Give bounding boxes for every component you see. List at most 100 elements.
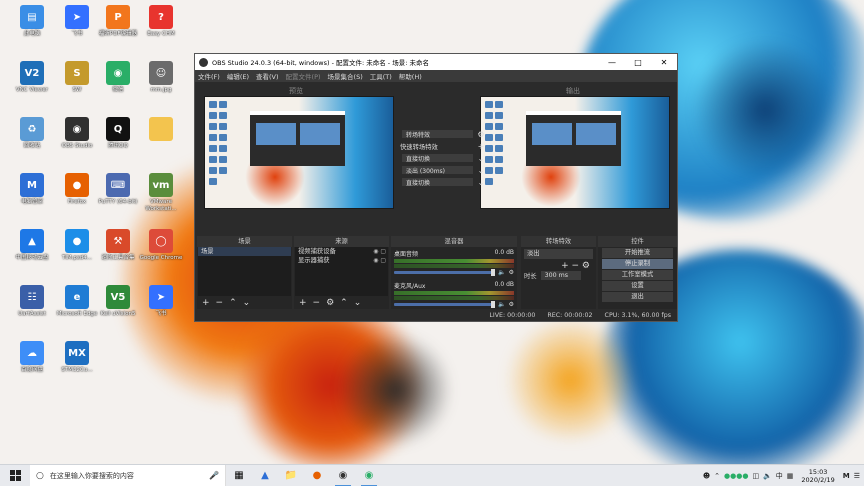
menu-view[interactable]: 查看(V) xyxy=(256,71,279,81)
source-item-video-capture[interactable]: 视频捕获设备 ◉ ▢ xyxy=(295,247,388,256)
source-label: 显示器捕获 xyxy=(298,257,330,264)
studio-mode-button[interactable]: 工作室模式 xyxy=(602,270,673,280)
chevron-down-icon[interactable]: ⌄ xyxy=(476,177,486,187)
obs-window[interactable]: OBS Studio 24.0.3 (64-bit, windows) - 配置… xyxy=(194,53,678,322)
feishu-icon: ➤ xyxy=(65,5,89,29)
putty-icon: ⌨ xyxy=(106,173,130,197)
gear-icon[interactable]: ⚙ xyxy=(476,129,486,139)
windows-start-icon[interactable] xyxy=(0,470,30,481)
obs-taskbar-icon[interactable]: ◉ xyxy=(330,465,356,486)
desktop-icon-label: 腾讯QQ xyxy=(108,143,128,149)
move-up-icon[interactable]: ⌃ xyxy=(229,298,237,308)
menu-file[interactable]: 文件(F) xyxy=(198,71,220,81)
cpu-status: CPU: 3.1%, 60.00 fps xyxy=(604,311,671,319)
status-bar: LIVE: 00:00:00 REC: 00:00:02 CPU: 3.1%, … xyxy=(195,309,677,321)
desktop-icon[interactable] xyxy=(135,117,187,143)
chevron-up-icon[interactable]: ⌃ xyxy=(714,472,720,480)
clock[interactable]: 15:03 2020/2/19 xyxy=(801,468,834,484)
menu-scene-collection[interactable]: 场景集合(S) xyxy=(328,71,363,81)
minimize-icon[interactable]: — xyxy=(599,54,625,70)
desktop-icon[interactable]: ◯ Google Chrome xyxy=(135,229,187,262)
settings-button[interactable]: 设置 xyxy=(602,281,673,291)
preview-canvas[interactable] xyxy=(204,96,394,209)
exit-button[interactable]: 退出 xyxy=(602,292,673,302)
title-bar[interactable]: OBS Studio 24.0.3 (64-bit, windows) - 配置… xyxy=(195,54,677,70)
desktop-icon-grid: ▤ 此电脑 ➤ 飞书 P 福昕PDF编辑器? Easy CHM V2 VNC Viewer S SW… xyxy=(0,0,182,462)
ime-mode-icon[interactable]: ▦ xyxy=(787,472,794,480)
chevron-down-icon[interactable]: ⌄ xyxy=(476,165,486,175)
tim-icon: ● xyxy=(65,229,89,253)
pdf-icon: P xyxy=(106,5,130,29)
volume-icon[interactable]: 🔈 xyxy=(763,472,772,480)
image-file-icon: ☺ xyxy=(149,61,173,85)
menu-profile[interactable]: 配置文件(P) xyxy=(286,71,321,81)
microphone-icon[interactable]: 🎤 xyxy=(209,471,219,480)
desktop-icon-label: VMware Workstati... xyxy=(145,199,177,212)
menu-tools[interactable]: 工具(T) xyxy=(370,71,392,81)
volume-slider[interactable] xyxy=(394,269,496,276)
gear-icon[interactable]: ⚙ xyxy=(509,301,514,308)
transition-add-remove-icons[interactable]: + − ⚙ xyxy=(521,261,596,271)
edge-icon: e xyxy=(65,285,89,309)
file-explorer-icon[interactable]: 📁 xyxy=(278,465,304,486)
notification-app-icon[interactable]: M xyxy=(843,472,850,480)
controls-dock-title: 控件 xyxy=(598,236,677,247)
firefox-icon: ● xyxy=(65,173,89,197)
speaker-icon[interactable]: 🔈 xyxy=(498,301,505,308)
task-view-icon[interactable]: ▦ xyxy=(226,465,252,486)
stop-recording-button[interactable]: 停止录制 xyxy=(602,259,673,269)
stm32-icon: MX xyxy=(65,341,89,365)
volume-meter xyxy=(394,264,514,268)
program-canvas[interactable] xyxy=(480,96,670,209)
menu-help[interactable]: 帮助(H) xyxy=(399,71,422,81)
pc-manager-taskbar-icon[interactable]: ▲ xyxy=(252,465,278,486)
add-quick-transition-icon[interactable]: + xyxy=(476,141,486,151)
search-box[interactable]: ○ 在这里输入你要搜索的内容 🎤 xyxy=(30,464,226,486)
quick-transition-fade[interactable]: 淡出 (300ms) xyxy=(401,165,474,175)
controls-dock: 控件 开始推流 停止录制 工作室模式 设置 退出 xyxy=(598,236,677,310)
duration-input[interactable]: 300 ms xyxy=(540,271,581,280)
tray-app-icons[interactable]: ●●●● xyxy=(724,472,748,480)
scene-item[interactable]: 场景 xyxy=(198,247,291,256)
desktop-icon[interactable]: vm VMware Workstati... xyxy=(135,173,187,213)
move-down-icon[interactable]: ⌄ xyxy=(243,298,251,308)
close-icon[interactable]: ✕ xyxy=(651,54,677,70)
start-streaming-button[interactable]: 开始推流 xyxy=(602,248,673,258)
eye-lock-icon[interactable]: ◉ ▢ xyxy=(373,256,386,265)
quick-transition-cut[interactable]: 直接切换 xyxy=(401,153,474,163)
move-up-icon[interactable]: ⌃ xyxy=(340,298,348,308)
transition-button[interactable]: 转场特效 xyxy=(401,129,474,139)
remove-source-icon[interactable]: − xyxy=(313,298,321,308)
desktop-icon[interactable]: ? Easy CHM xyxy=(135,5,187,38)
network-icon[interactable]: ◫ xyxy=(752,472,759,480)
scenes-dock: 场景 场景 + − ⌃ ⌄ xyxy=(197,236,292,310)
scene-transitions-title: 转场特效 xyxy=(521,236,596,247)
people-icon[interactable]: ☻ xyxy=(703,472,710,480)
desktop-icon[interactable]: ➤ 飞书 xyxy=(135,285,187,318)
source-properties-icon[interactable]: ⚙ xyxy=(326,298,334,308)
move-down-icon[interactable]: ⌄ xyxy=(354,298,362,308)
gear-icon[interactable]: ⚙ xyxy=(509,269,514,276)
taskbar: ○ 在这里输入你要搜索的内容 🎤 ▦ ▲ 📁 ● ◉ ◉ ☻ ⌃ ●●●● ◫ … xyxy=(0,464,864,486)
volume-slider[interactable] xyxy=(394,301,496,308)
wechat-taskbar-icon[interactable]: ◉ xyxy=(356,465,382,486)
desktop-icon[interactable]: MX STM32Cu... xyxy=(51,341,103,374)
add-scene-icon[interactable]: + xyxy=(202,298,210,308)
eye-lock-icon[interactable]: ◉ ▢ xyxy=(373,247,386,256)
chevron-down-icon[interactable]: ⌄ xyxy=(476,153,486,163)
firefox-taskbar-icon[interactable]: ● xyxy=(304,465,330,486)
quick-transition-cut-2[interactable]: 直接切换 xyxy=(401,177,474,187)
volume-meter xyxy=(394,291,514,295)
chm-icon: ? xyxy=(149,5,173,29)
transition-select[interactable]: 淡出 xyxy=(524,249,593,259)
speaker-icon[interactable]: 🔈 xyxy=(498,269,505,276)
search-placeholder: 在这里输入你要搜索的内容 xyxy=(49,471,134,480)
ime-indicator[interactable]: 中 xyxy=(776,471,783,481)
desktop-icon[interactable]: ☺ mm.jpg xyxy=(135,61,187,94)
notification-icon[interactable]: ☰ xyxy=(854,472,860,480)
add-source-icon[interactable]: + xyxy=(299,298,307,308)
maximize-icon[interactable]: □ xyxy=(625,54,651,70)
remove-scene-icon[interactable]: − xyxy=(216,298,224,308)
menu-edit[interactable]: 编辑(E) xyxy=(227,71,249,81)
source-item-display-capture[interactable]: 显示器捕获 ◉ ▢ xyxy=(295,256,388,265)
